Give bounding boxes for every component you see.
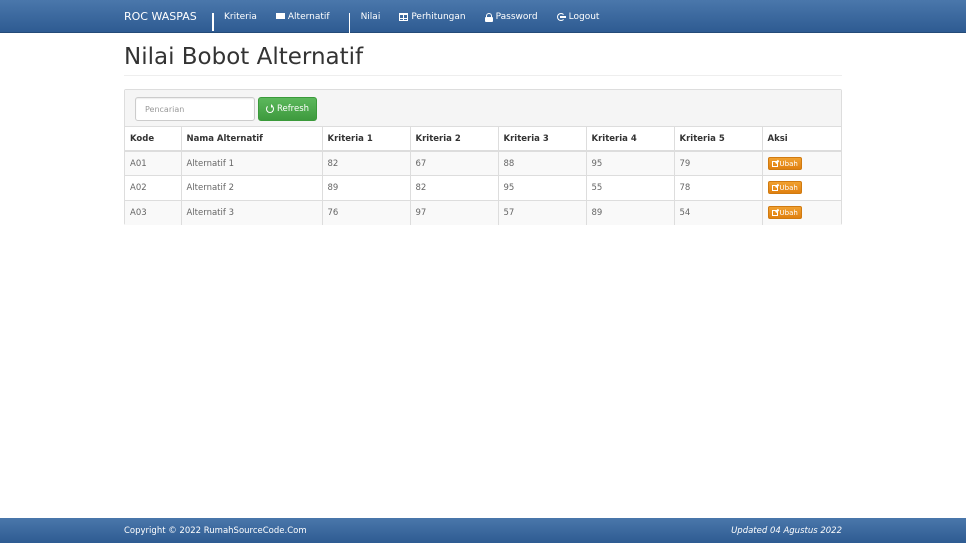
nilai-table: Kode Nama Alternatif Kriteria 1 Kriteria… xyxy=(125,127,841,225)
logout-icon xyxy=(556,13,566,21)
table-header-row: Kode Nama Alternatif Kriteria 1 Kriteria… xyxy=(125,127,841,152)
table-row: A02 Alternatif 2 89 82 95 55 78 Ubah xyxy=(125,175,841,200)
cell-kriteria5: 78 xyxy=(673,175,762,200)
nav-item-label: Alternatif xyxy=(287,12,330,22)
cell-kriteria2: 97 xyxy=(409,199,498,225)
ubah-label: Ubah xyxy=(779,208,798,217)
nav-item-password[interactable]: Password xyxy=(484,12,538,22)
ubah-button[interactable]: Ubah xyxy=(767,157,802,170)
nav-item-label: Logout xyxy=(568,12,600,22)
title-divider xyxy=(124,75,842,76)
ubah-button[interactable]: Ubah xyxy=(767,206,802,219)
cell-kriteria1: 89 xyxy=(321,175,410,200)
cell-kriteria3: 57 xyxy=(497,199,586,225)
table-row: A03 Alternatif 3 76 97 57 89 54 Ubah xyxy=(125,199,841,225)
cell-kriteria4: 89 xyxy=(585,199,674,225)
cell-kriteria1: 82 xyxy=(321,150,410,176)
ubah-label: Ubah xyxy=(779,159,798,168)
navbar-brand[interactable]: ROC WASPAS xyxy=(124,10,197,23)
cell-aksi: Ubah xyxy=(761,150,841,176)
nav-item-label: Nilai xyxy=(360,12,381,22)
nav-item-nilai[interactable]: Nilai xyxy=(348,12,381,33)
column-header-kriteria2: Kriteria 2 xyxy=(409,127,498,152)
panel-toolbar: Refresh xyxy=(125,90,841,127)
page-title: Nilai Bobot Alternatif xyxy=(124,44,364,70)
lock-icon xyxy=(484,12,493,22)
refresh-icon xyxy=(265,104,274,113)
footer-copyright: Copyright © 2022 RumahSourceCode.Com xyxy=(124,526,307,536)
edit-icon xyxy=(771,184,778,191)
nav-item-label: Kriteria xyxy=(224,12,257,22)
table-row: A01 Alternatif 1 82 67 88 95 79 Ubah xyxy=(125,150,841,176)
list-icon xyxy=(275,13,285,21)
ubah-button[interactable]: Ubah xyxy=(767,181,802,195)
refresh-label: Refresh xyxy=(276,104,310,114)
cell-kriteria1: 76 xyxy=(321,199,410,225)
cell-kode: A03 xyxy=(125,199,181,225)
cell-kriteria5: 54 xyxy=(673,199,762,225)
ubah-label: Ubah xyxy=(779,183,798,192)
footer-updated: Updated 04 Agustus 2022 xyxy=(731,526,842,536)
cell-kriteria3: 95 xyxy=(497,175,586,200)
navbar: ROC WASPAS Kriteria Alternatif Nilai Per… xyxy=(0,0,966,33)
th-icon xyxy=(212,13,221,31)
column-header-kode: Kode xyxy=(125,127,181,152)
nav-menu: Kriteria Alternatif Nilai Perhitungan Pa… xyxy=(212,12,618,33)
cell-nama: Alternatif 2 xyxy=(180,175,322,200)
edit-icon xyxy=(771,209,778,216)
column-header-nama: Nama Alternatif xyxy=(180,127,322,152)
nav-item-kriteria[interactable]: Kriteria xyxy=(212,12,257,31)
column-header-kriteria4: Kriteria 4 xyxy=(585,127,674,152)
nav-item-label: Perhitungan xyxy=(411,12,466,22)
column-header-kriteria3: Kriteria 3 xyxy=(497,127,586,152)
column-header-kriteria5: Kriteria 5 xyxy=(673,127,762,152)
cell-kriteria4: 95 xyxy=(585,150,674,176)
column-header-aksi: Aksi xyxy=(761,127,841,152)
cell-kriteria5: 79 xyxy=(673,150,762,176)
nav-item-label: Password xyxy=(495,12,538,22)
nav-item-perhitungan[interactable]: Perhitungan xyxy=(399,12,466,22)
cell-kode: A01 xyxy=(125,150,181,176)
nav-item-alternatif[interactable]: Alternatif xyxy=(275,12,330,22)
cell-kriteria2: 82 xyxy=(409,175,498,200)
cell-nama: Alternatif 1 xyxy=(180,150,322,176)
search-input[interactable] xyxy=(135,97,255,121)
cell-aksi: Ubah xyxy=(761,175,841,200)
cell-kriteria4: 55 xyxy=(585,175,674,200)
cell-aksi: Ubah xyxy=(761,199,841,225)
footer: Copyright © 2022 RumahSourceCode.Com Upd… xyxy=(0,518,966,543)
calendar-icon xyxy=(399,13,409,21)
signal-icon xyxy=(348,13,358,33)
cell-kriteria2: 67 xyxy=(409,150,498,176)
nav-item-logout[interactable]: Logout xyxy=(556,12,600,22)
cell-nama: Alternatif 3 xyxy=(180,199,322,225)
column-header-kriteria1: Kriteria 1 xyxy=(321,127,410,152)
cell-kode: A02 xyxy=(125,175,181,200)
edit-icon xyxy=(771,160,778,167)
data-panel: Refresh Kode Nama Alternatif Kriteria 1 … xyxy=(124,89,842,225)
cell-kriteria3: 88 xyxy=(497,150,586,176)
refresh-button[interactable]: Refresh xyxy=(258,97,317,121)
